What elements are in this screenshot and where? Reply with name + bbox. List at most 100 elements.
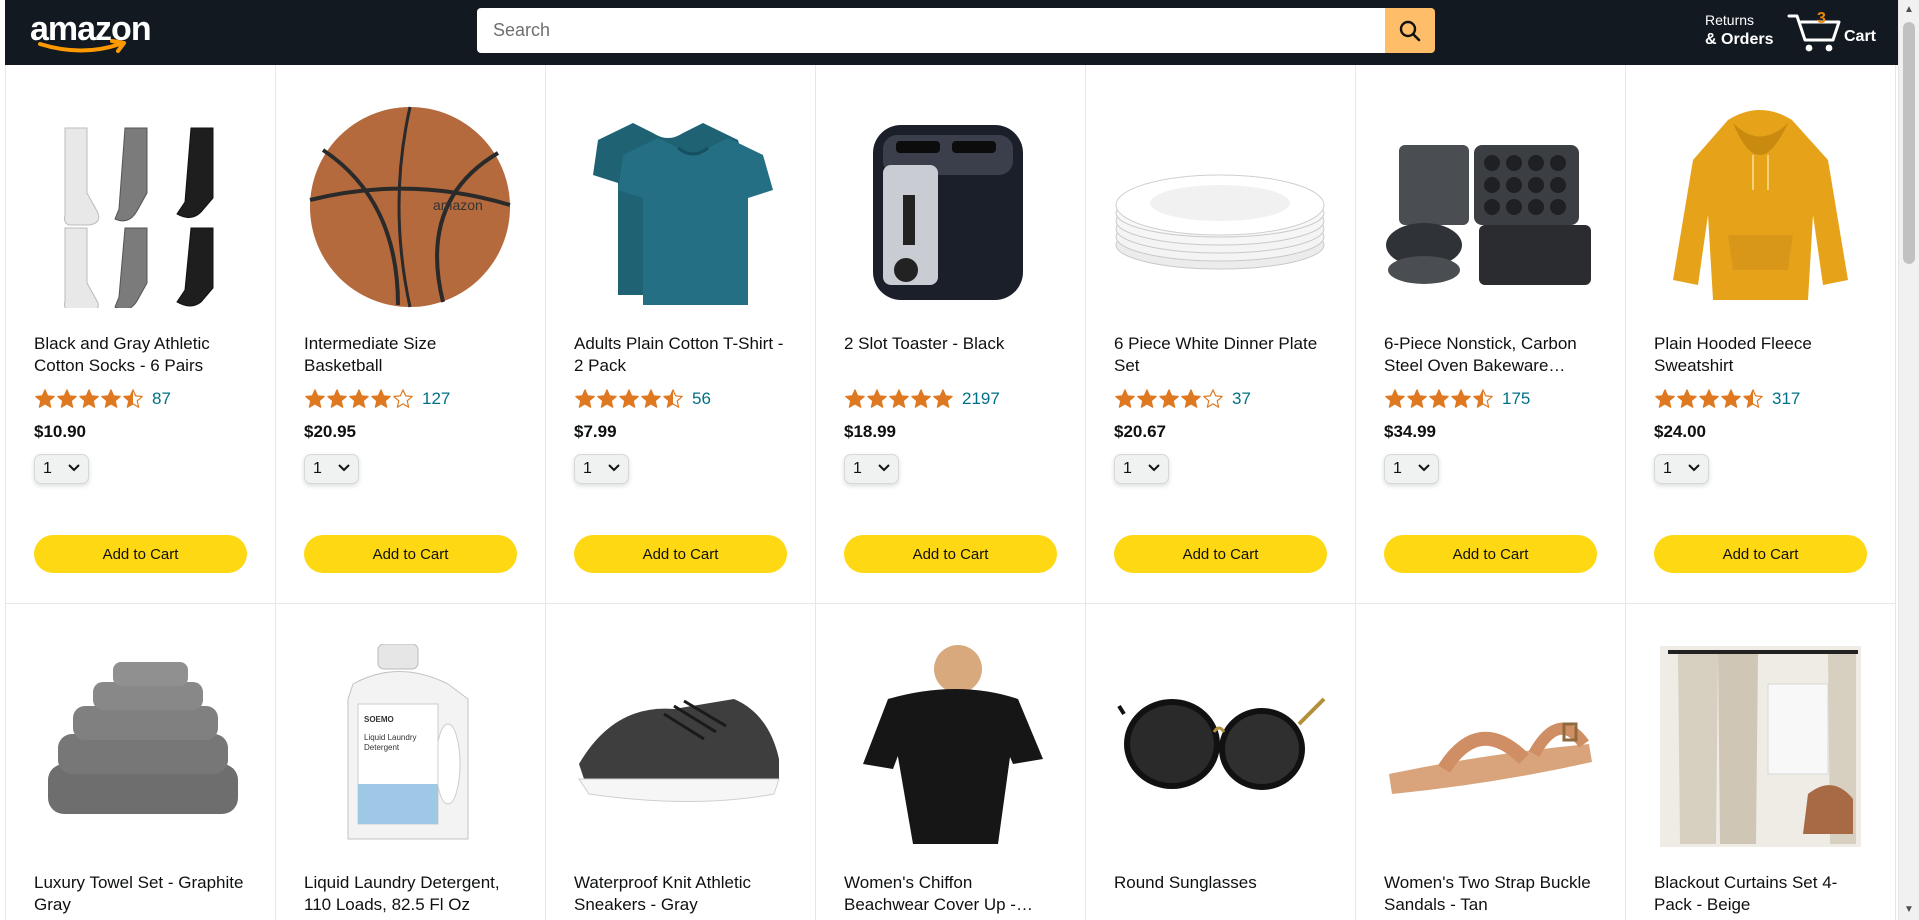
product-title[interactable]: Adults Plain Cotton T-Shirt - 2 Pack	[574, 333, 789, 377]
search-button[interactable]	[1385, 8, 1435, 53]
star-full-icon	[1677, 389, 1697, 408]
returns-orders-link[interactable]: Returns & Orders	[1705, 11, 1773, 49]
product-title[interactable]: 6-Piece Nonstick, Carbon Steel Oven Bake…	[1384, 333, 1599, 377]
star-rating	[844, 388, 954, 410]
product-title[interactable]: Women's Two Strap Buckle Sandals - Tan	[1384, 872, 1599, 916]
star-full-icon	[889, 389, 909, 408]
search-input[interactable]	[477, 8, 1385, 53]
product-card: Luxury Towel Set - Graphite Gray	[6, 604, 276, 920]
quantity-select[interactable]: 1	[1114, 454, 1169, 484]
curtains-image[interactable]	[1654, 644, 1867, 849]
star-empty-icon	[393, 389, 413, 408]
hoodie-image[interactable]	[1654, 105, 1867, 310]
quantity-select[interactable]: 1	[1384, 454, 1439, 484]
review-count-link[interactable]: 2197	[962, 389, 1000, 409]
star-full-icon	[619, 389, 639, 408]
product-price: $7.99	[574, 422, 617, 441]
quantity-select[interactable]: 1	[34, 454, 89, 484]
star-full-icon	[911, 389, 931, 408]
sneaker-image[interactable]	[574, 644, 787, 849]
product-title[interactable]: Women's Chiffon Beachwear Cover Up -…	[844, 872, 1059, 916]
rating: 175	[1384, 386, 1530, 412]
add-to-cart-button[interactable]: Add to Cart	[844, 535, 1057, 573]
plates-image[interactable]	[1114, 105, 1327, 310]
star-full-icon	[101, 389, 121, 408]
add-to-cart-button[interactable]: Add to Cart	[1384, 535, 1597, 573]
product-title[interactable]: 6 Piece White Dinner Plate Set	[1114, 333, 1329, 377]
logo-smile-icon	[38, 39, 126, 53]
review-count-link[interactable]: 175	[1502, 389, 1530, 409]
tshirt-image[interactable]	[574, 105, 787, 310]
product-card: Round Sunglasses	[1086, 604, 1356, 920]
add-to-cart-button[interactable]: Add to Cart	[34, 535, 247, 573]
sandals-image[interactable]	[1384, 644, 1597, 849]
add-to-cart-button[interactable]: Add to Cart	[304, 535, 517, 573]
toaster-image[interactable]	[844, 105, 1057, 310]
vertical-scrollbar[interactable]: ▲ ▼	[1898, 0, 1919, 920]
chevron-down-icon	[338, 464, 350, 472]
product-title[interactable]: Plain Hooded Fleece Sweatshirt	[1654, 333, 1869, 377]
product-title[interactable]: Liquid Laundry Detergent, 110 Loads, 82.…	[304, 872, 519, 916]
scroll-up-arrow-icon[interactable]: ▲	[1904, 5, 1914, 15]
product-price: $20.95	[304, 422, 356, 441]
product-price: $24.00	[1654, 422, 1706, 441]
cart-link[interactable]: 3 Cart	[1787, 8, 1897, 58]
product-card: 2 Slot Toaster - Black 2197 $18.99 1 Add…	[816, 65, 1086, 604]
detergent-line2-text: Detergent	[364, 743, 400, 752]
quantity-value: 1	[1123, 460, 1132, 477]
quantity-select[interactable]: 1	[304, 454, 359, 484]
product-price: $18.99	[844, 422, 896, 441]
add-to-cart-button[interactable]: Add to Cart	[574, 535, 787, 573]
review-count-link[interactable]: 37	[1232, 389, 1251, 409]
product-title[interactable]: Intermediate Size Basketball	[304, 333, 519, 377]
star-full-icon	[371, 389, 391, 408]
chevron-down-icon	[1688, 464, 1700, 472]
scroll-thumb[interactable]	[1903, 22, 1915, 264]
review-count-link[interactable]: 317	[1772, 389, 1800, 409]
star-full-icon	[1655, 389, 1675, 408]
star-full-icon	[327, 389, 347, 408]
product-card: Waterproof Knit Athletic Sneakers - Gray	[546, 604, 816, 920]
chevron-down-icon	[1418, 464, 1430, 472]
quantity-select[interactable]: 1	[844, 454, 899, 484]
star-half-icon	[663, 389, 683, 408]
product-title[interactable]: Round Sunglasses	[1114, 872, 1329, 916]
review-count-link[interactable]: 56	[692, 389, 711, 409]
add-to-cart-button[interactable]: Add to Cart	[1114, 535, 1327, 573]
star-full-icon	[1115, 389, 1135, 408]
product-title[interactable]: Blackout Curtains Set 4-Pack - Beige	[1654, 872, 1869, 916]
detergent-image[interactable]: SOEMO Liquid Laundry Detergent	[304, 644, 517, 849]
add-to-cart-button[interactable]: Add to Cart	[1654, 535, 1867, 573]
product-title[interactable]: Black and Gray Athletic Cotton Socks - 6…	[34, 333, 249, 377]
star-rating	[1384, 388, 1494, 410]
sunglasses-image[interactable]	[1114, 644, 1327, 849]
coverup-image[interactable]	[844, 644, 1057, 849]
quantity-select[interactable]: 1	[1654, 454, 1709, 484]
amazon-logo[interactable]: amazon	[30, 8, 152, 58]
cart-icon	[1787, 14, 1841, 52]
review-count-link[interactable]: 127	[422, 389, 450, 409]
product-title[interactable]: Luxury Towel Set - Graphite Gray	[34, 872, 249, 916]
product-title[interactable]: Waterproof Knit Athletic Sneakers - Gray	[574, 872, 789, 916]
socks-image[interactable]	[34, 105, 247, 310]
star-full-icon	[575, 389, 595, 408]
product-title[interactable]: 2 Slot Toaster - Black	[844, 333, 1059, 377]
rating: 37	[1114, 386, 1251, 412]
quantity-select[interactable]: 1	[574, 454, 629, 484]
rating: 56	[574, 386, 711, 412]
towels-image[interactable]	[34, 644, 247, 849]
bakeware-image[interactable]	[1384, 105, 1597, 310]
amazon-app: amazon Returns & Orders	[0, 0, 1919, 920]
star-rating	[1654, 388, 1764, 410]
star-full-icon	[1451, 389, 1471, 408]
basketball-image[interactable]: amazon	[304, 105, 517, 310]
quantity-value: 1	[1393, 460, 1402, 477]
star-full-icon	[57, 389, 77, 408]
review-count-link[interactable]: 87	[152, 389, 171, 409]
scroll-down-arrow-icon[interactable]: ▼	[1904, 905, 1914, 915]
star-full-icon	[1385, 389, 1405, 408]
products-grid: Black and Gray Athletic Cotton Socks - 6…	[5, 65, 1898, 920]
star-half-icon	[1473, 389, 1493, 408]
quantity-value: 1	[853, 460, 862, 477]
star-empty-icon	[1203, 389, 1223, 408]
